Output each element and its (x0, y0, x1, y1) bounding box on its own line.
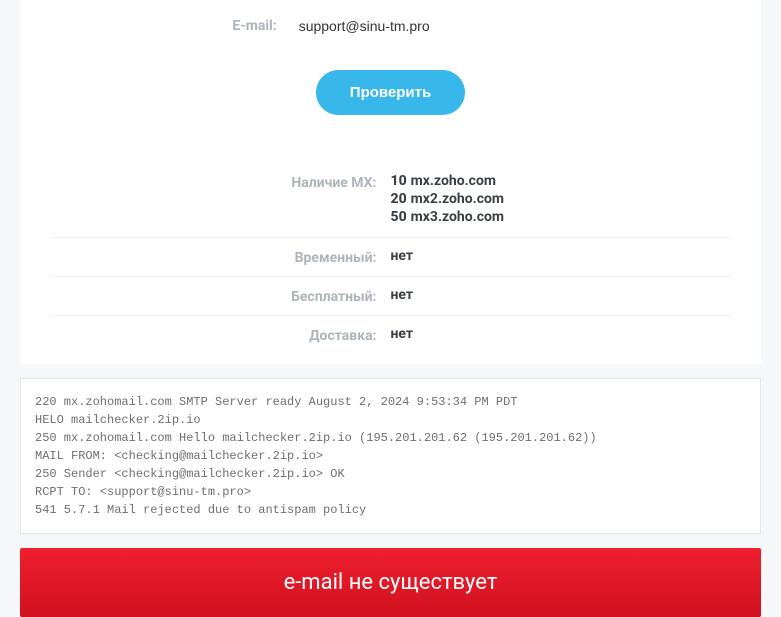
row-delivery: Доставка: нет (50, 316, 731, 354)
temporary-value: нет (391, 248, 732, 264)
mx-value: 10mx.zoho.com 20mx2.zoho.com 50mx3.zoho.… (391, 173, 732, 227)
free-label: Бесплатный: (50, 287, 391, 305)
delivery-value: нет (391, 326, 732, 342)
mx-label: Наличие MX: (50, 173, 391, 191)
email-row: E-mail: (50, 10, 731, 42)
result-banner: e-mail не существует (20, 548, 761, 617)
mx-record: 20mx2.zoho.com (391, 191, 732, 207)
row-free: Бесплатный: нет (50, 277, 731, 316)
check-button[interactable]: Проверить (316, 70, 465, 115)
row-temporary: Временный: нет (50, 238, 731, 277)
results-panel: Наличие MX: 10mx.zoho.com 20mx2.zoho.com… (20, 145, 761, 364)
free-value: нет (391, 287, 732, 303)
temporary-label: Временный: (50, 248, 391, 266)
email-input[interactable] (289, 10, 549, 42)
email-check-form: E-mail: Проверить (20, 0, 761, 145)
row-mx: Наличие MX: 10mx.zoho.com 20mx2.zoho.com… (50, 163, 731, 238)
smtp-log: 220 mx.zohomail.com SMTP Server ready Au… (20, 378, 761, 534)
mx-record: 10mx.zoho.com (391, 173, 732, 189)
delivery-label: Доставка: (50, 326, 391, 344)
mx-record: 50mx3.zoho.com (391, 209, 732, 225)
email-label: E-mail: (232, 18, 276, 34)
